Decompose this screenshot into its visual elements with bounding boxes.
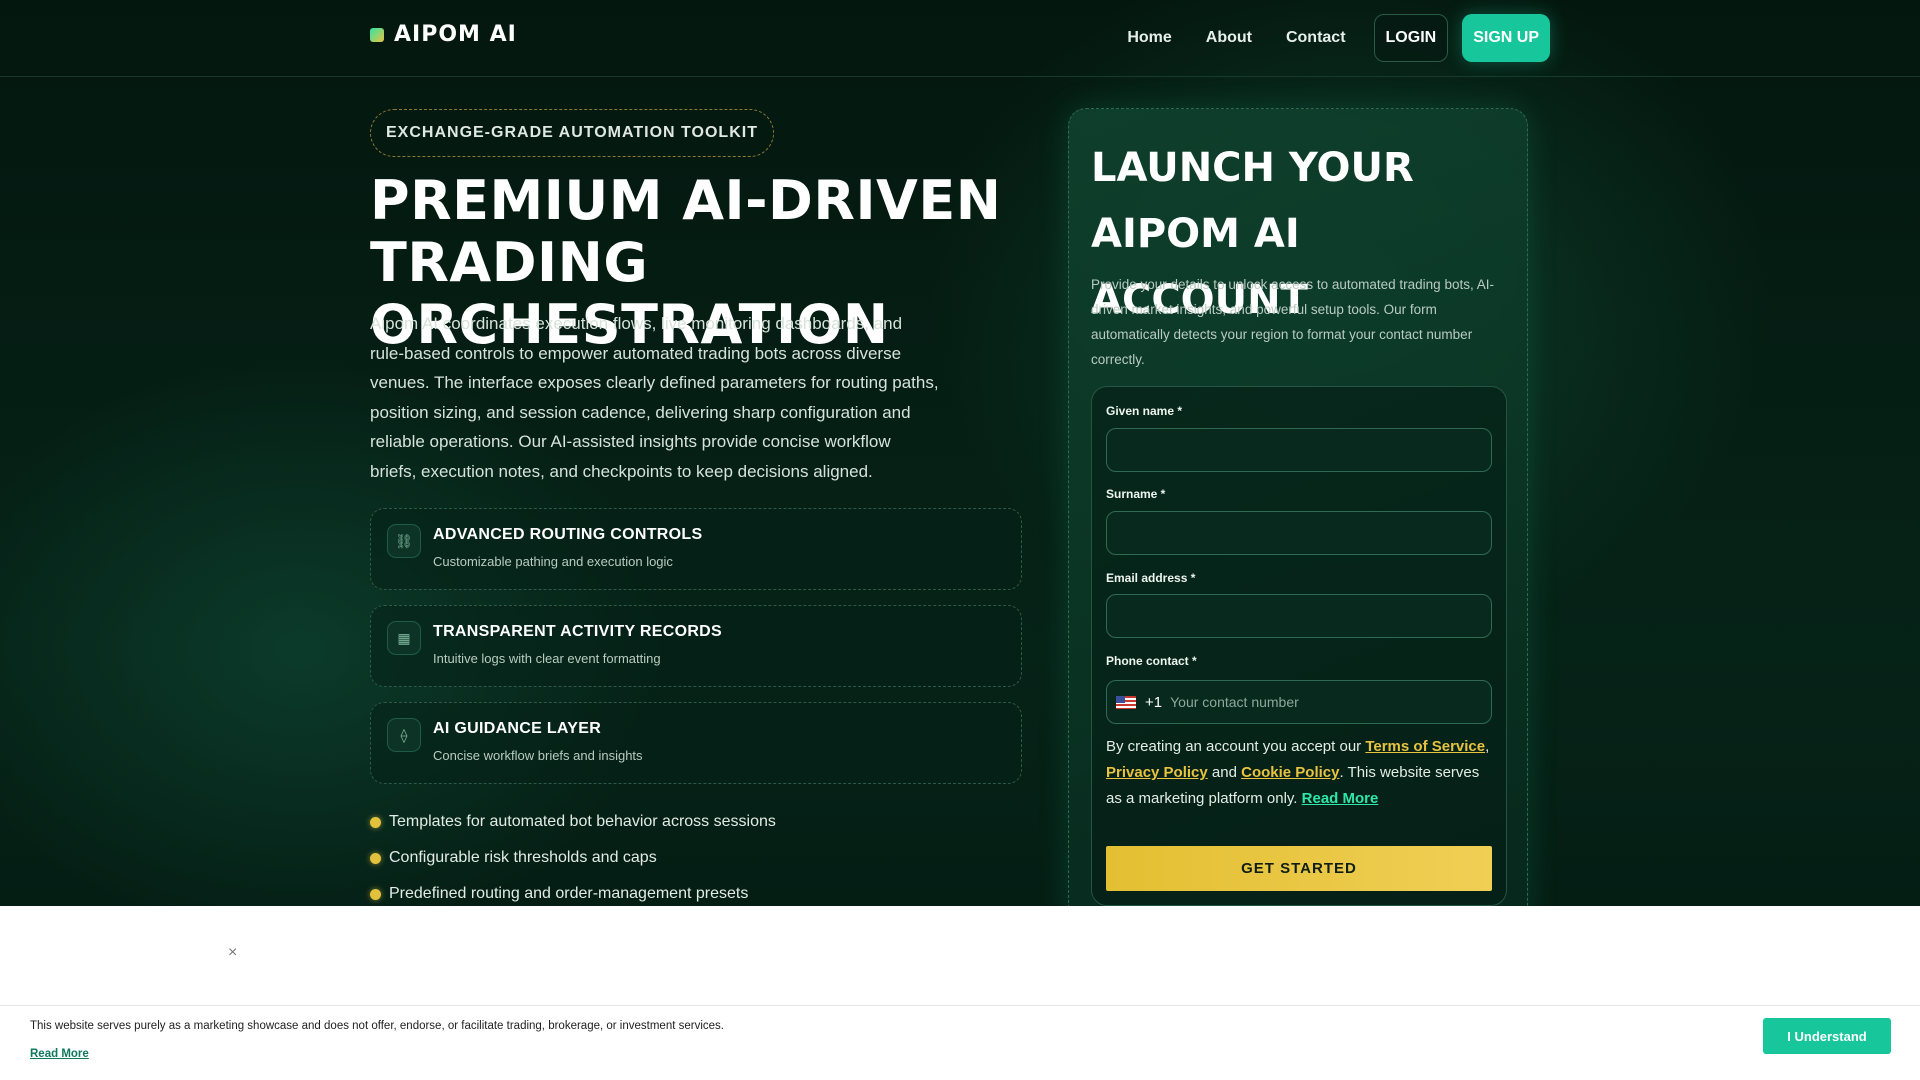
surname-input[interactable] [1106,511,1492,555]
feature-description: Intuitive logs with clear event formatti… [433,651,661,666]
list-item: Templates for automated bot behavior acr… [370,804,776,840]
feature-description: Customizable pathing and execution logic [433,554,673,569]
cookie-read-more-link[interactable]: Read More [30,1048,89,1060]
bullet-text: Templates for automated bot behavior acr… [389,813,776,830]
feature-title: ADVANCED ROUTING CONTROLS [433,526,703,543]
top-navigation: AIPOM AI Home About Contact LOGIN SIGN U… [0,0,1920,77]
feature-title: AI GUIDANCE LAYER [433,720,602,737]
routing-icon: ⛓ [387,524,421,558]
nav-link-home[interactable]: Home [1127,29,1171,47]
terms-comma: , [1485,738,1490,755]
ai-guidance-icon: ⟠ [387,718,421,752]
logo-text: AIPOM AI [394,22,517,47]
phone-input[interactable] [1170,682,1491,722]
bullet-text: Configurable risk thresholds and caps [389,849,657,866]
cookie-notice-text: This website serves purely as a marketin… [30,1020,724,1032]
phone-field: +1 [1106,680,1492,724]
bullet-dot-icon [370,816,381,828]
bullet-dot-icon [370,852,381,864]
terms-of-service-link[interactable]: Terms of Service [1365,738,1485,755]
signup-form: Given name * Surname * Email address * P… [1091,386,1507,906]
feature-title: TRANSPARENT ACTIVITY RECORDS [433,623,723,640]
phone-dial-code[interactable]: +1 [1145,694,1162,711]
feature-card-ai-guidance: ⟠ AI GUIDANCE LAYER Concise workflow bri… [370,702,1022,784]
list-item: Configurable risk thresholds and caps [370,840,776,876]
nav-link-about[interactable]: About [1206,29,1252,47]
hero-description: Aipom AI coordinates execution flows, li… [370,314,939,481]
feature-card-routing: ⛓ ADVANCED ROUTING CONTROLS Customizable… [370,508,1022,590]
given-name-input[interactable] [1106,428,1492,472]
feature-description: Concise workflow briefs and insights [433,748,643,763]
signup-card-description: Provide your details to unlock access to… [1091,277,1494,367]
feature-card-records: ▦ TRANSPARENT ACTIVITY RECORDS Intuitive… [370,605,1022,687]
nav-link-contact[interactable]: Contact [1286,29,1346,47]
logo-mark-icon [370,27,384,42]
signup-button[interactable]: SIGN UP [1462,14,1550,62]
login-button[interactable]: LOGIN [1373,14,1449,62]
phone-label: Phone contact * [1106,654,1197,668]
understand-button[interactable]: I Understand [1763,1018,1891,1054]
terms-prefix: By creating an account you accept our [1106,738,1366,755]
feature-bullet-list: Templates for automated bot behavior acr… [370,804,776,912]
email-label: Email address * [1106,571,1196,585]
cookie-banner: This website serves purely as a marketin… [0,1006,1920,1080]
privacy-policy-link[interactable]: Privacy Policy [1106,764,1208,781]
nav-links: Home About Contact LOGIN SIGN UP [1127,14,1550,62]
cookie-banner-top: × [0,906,1920,1006]
email-input[interactable] [1106,594,1492,638]
hero-badge: EXCHANGE-GRADE AUTOMATION TOOLKIT [370,109,774,157]
cookie-policy-link[interactable]: Cookie Policy [1241,764,1339,781]
bullet-text: Predefined routing and order-management … [389,885,749,902]
signup-card: LAUNCH YOUR AIPOM AI ACCOUNT Provide you… [1068,108,1528,928]
terms-and: and [1207,764,1242,781]
terms-notice: By creating an account you accept our Te… [1106,734,1498,812]
records-icon: ▦ [387,621,421,655]
close-icon[interactable]: × [228,944,237,962]
terms-read-more-link[interactable]: Read More [1302,790,1379,807]
logo[interactable]: AIPOM AI [370,22,517,47]
get-started-button[interactable]: GET STARTED [1106,846,1492,891]
given-name-label: Given name * [1106,404,1183,418]
bullet-dot-icon [370,888,381,900]
surname-label: Surname * [1106,487,1166,501]
us-flag-icon[interactable] [1116,695,1136,709]
